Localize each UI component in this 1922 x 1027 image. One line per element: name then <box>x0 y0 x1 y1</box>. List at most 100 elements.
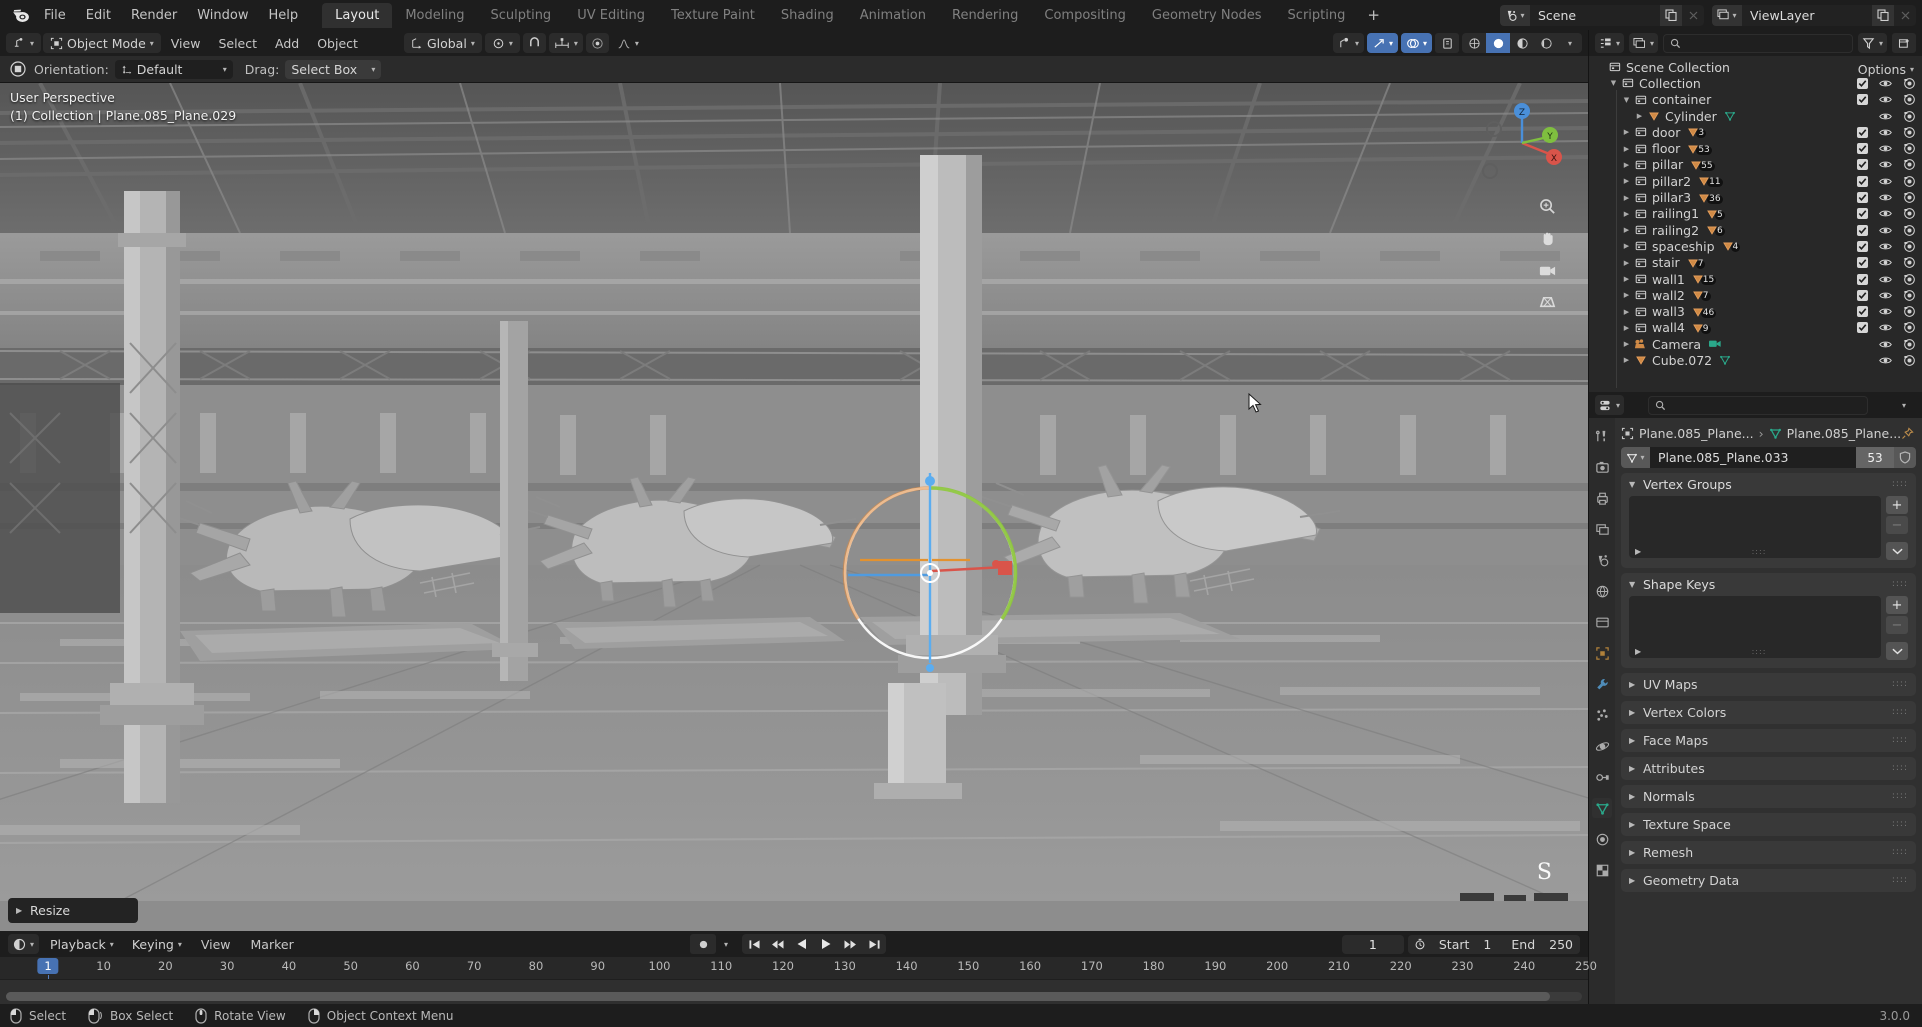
chevron-right-icon[interactable]: ▶ <box>1629 736 1637 745</box>
tab-texture-paint[interactable]: Texture Paint <box>658 3 768 28</box>
eye-icon[interactable] <box>1879 273 1892 286</box>
pan-hand-icon[interactable] <box>1536 227 1558 249</box>
operator-redo-panel[interactable]: ▶ Resize <box>8 898 138 923</box>
checkbox-icon[interactable] <box>1857 126 1868 138</box>
visibility-selector-dropdown[interactable]: ▾ <box>1332 33 1364 53</box>
remove-item-button[interactable]: − <box>1886 616 1908 634</box>
remove-item-button[interactable]: − <box>1886 516 1908 534</box>
pivot-point-dropdown[interactable]: ▾ <box>484 33 520 53</box>
eye-icon[interactable] <box>1879 256 1892 269</box>
perspective-toggle-icon[interactable] <box>1536 291 1558 313</box>
chevron-right-icon[interactable]: ▶ <box>1629 820 1637 829</box>
tab-animation[interactable]: Animation <box>847 3 939 28</box>
uilist-box[interactable]: ▶:::: <box>1629 496 1881 558</box>
chevron-right-icon[interactable]: ▶ <box>1621 194 1632 202</box>
playhead-frame-label[interactable]: 1 <box>37 958 59 974</box>
chevron-right-icon[interactable]: ▶ <box>1621 210 1632 218</box>
panel-face-maps[interactable]: ▶ Face Maps:::: <box>1621 729 1916 752</box>
timeline-scrollbar-thumb[interactable] <box>6 992 1551 1001</box>
uilist-resize-grip[interactable]: :::: <box>1752 647 1767 656</box>
outliner-row-railing2[interactable]: ▶ railing2 6 <box>1589 222 1922 238</box>
panel-grip[interactable]: :::: <box>1892 792 1908 801</box>
outliner-row-scene-collection[interactable]: Scene Collection <box>1589 59 1922 75</box>
chevron-right-icon[interactable]: ▶ <box>1629 848 1637 857</box>
mesh-object-icon[interactable]: 7 <box>1687 257 1706 269</box>
chevron-right-icon[interactable]: ▶ <box>1621 324 1632 332</box>
chevron-right-icon[interactable]: ▶ <box>1621 177 1632 185</box>
properties-editor-type-icon[interactable]: ▾ <box>1595 395 1625 415</box>
outliner-row-wall4[interactable]: ▶ wall4 9 <box>1589 320 1922 336</box>
checkbox-icon[interactable] <box>1857 289 1868 301</box>
constraints-tab[interactable] <box>1592 767 1612 787</box>
snap-toggle[interactable] <box>522 33 546 53</box>
panel-texture-space[interactable]: ▶ Texture Space:::: <box>1621 813 1916 836</box>
uilist-resize-grip[interactable]: :::: <box>1752 547 1767 556</box>
xray-toggle[interactable] <box>1435 33 1459 53</box>
properties-options-dropdown[interactable]: ▾ <box>1892 395 1916 415</box>
eye-icon[interactable] <box>1879 126 1892 139</box>
rotate-scale-gizmo[interactable] <box>820 463 1040 683</box>
eye-icon[interactable] <box>1879 110 1892 123</box>
tab-scripting[interactable]: Scripting <box>1275 3 1359 28</box>
scene-icon[interactable]: ▾ <box>1500 4 1530 26</box>
checkbox-icon[interactable] <box>1857 208 1868 220</box>
tab-layout[interactable]: Layout <box>322 2 393 28</box>
particles-tab[interactable] <box>1592 705 1612 725</box>
shield-icon[interactable] <box>1894 447 1916 468</box>
drag-action-dropdown[interactable]: Select Box ▾ <box>285 59 382 79</box>
list-specials-menu[interactable] <box>1886 642 1908 660</box>
jump-next-keyframe-icon[interactable] <box>838 934 862 954</box>
shading-options-dropdown[interactable]: ▾ <box>1558 33 1582 53</box>
timeline-menu-view[interactable]: View <box>193 935 239 954</box>
outliner-id-filter-icon[interactable]: ▾ <box>1629 33 1659 53</box>
eye-icon[interactable] <box>1879 354 1892 367</box>
add-workspace-button[interactable]: + <box>1358 4 1389 26</box>
chevron-down-icon[interactable]: ▼ <box>1608 79 1619 87</box>
eye-icon[interactable] <box>1879 305 1892 318</box>
eye-icon[interactable] <box>1879 207 1892 220</box>
panel-grip[interactable]: :::: <box>1892 876 1908 885</box>
mesh-datablock-name[interactable]: Plane.085_Plane.033 <box>1650 450 1856 465</box>
render-tab[interactable] <box>1592 457 1612 477</box>
add-item-button[interactable]: + <box>1886 496 1908 514</box>
proportional-falloff-dropdown[interactable]: ▾ <box>612 33 644 53</box>
checkbox-icon[interactable] <box>1857 94 1868 106</box>
outliner-row-wall3[interactable]: ▶ wall3 46 <box>1589 303 1922 319</box>
start-value[interactable]: 1 <box>1476 935 1498 954</box>
tool-tab[interactable] <box>1592 426 1612 446</box>
view-layer-name[interactable]: ViewLayer <box>1742 4 1872 26</box>
menu-render[interactable]: Render <box>121 5 187 26</box>
new-view-layer-button[interactable] <box>1872 4 1894 26</box>
checkbox-icon[interactable] <box>1857 77 1868 89</box>
camera-render-icon[interactable] <box>1903 93 1916 106</box>
orientation-dropdown[interactable]: Default ▾ <box>114 59 233 79</box>
overlays-toggle[interactable]: ▾ <box>1400 33 1432 53</box>
datablock-users-count[interactable]: 53 <box>1856 447 1894 468</box>
camera-render-icon[interactable] <box>1903 224 1916 237</box>
chevron-right-icon[interactable]: ▶ <box>1621 259 1632 267</box>
tab-uv-editing[interactable]: UV Editing <box>564 3 658 28</box>
snap-target-dropdown[interactable]: ▾ <box>548 33 583 53</box>
current-frame-field[interactable]: 1 <box>1341 934 1404 954</box>
mesh-object-icon[interactable]: 5 <box>1706 208 1725 220</box>
checkbox-icon[interactable] <box>1857 224 1868 236</box>
tab-sculpting[interactable]: Sculpting <box>477 3 564 28</box>
chevron-right-icon[interactable]: ▶ <box>1621 356 1632 364</box>
checkbox-icon[interactable] <box>1857 143 1868 155</box>
outliner-row-pillar2[interactable]: ▶ pillar2 11 <box>1589 173 1922 189</box>
object-tab[interactable] <box>1592 643 1612 663</box>
view-layer-selector[interactable]: ▾ ViewLayer <box>1712 4 1916 26</box>
checkbox-icon[interactable] <box>1857 192 1868 204</box>
viewport-menu-view[interactable]: View <box>163 34 209 53</box>
eye-icon[interactable] <box>1879 158 1892 171</box>
panel-grip[interactable]: :::: <box>1892 580 1908 589</box>
checkbox-icon[interactable] <box>1857 273 1868 285</box>
editor-type-3dview-icon[interactable]: ▾ <box>6 33 42 53</box>
view-layer-tab[interactable] <box>1592 519 1612 539</box>
camera-render-icon[interactable] <box>1903 338 1916 351</box>
remove-view-layer-button[interactable] <box>1894 4 1916 26</box>
panel-vertex-colors[interactable]: ▶ Vertex Colors:::: <box>1621 701 1916 724</box>
collection-tab[interactable] <box>1592 612 1612 632</box>
camera-render-icon[interactable] <box>1903 305 1916 318</box>
chevron-right-icon[interactable]: ▶ <box>1635 647 1643 656</box>
